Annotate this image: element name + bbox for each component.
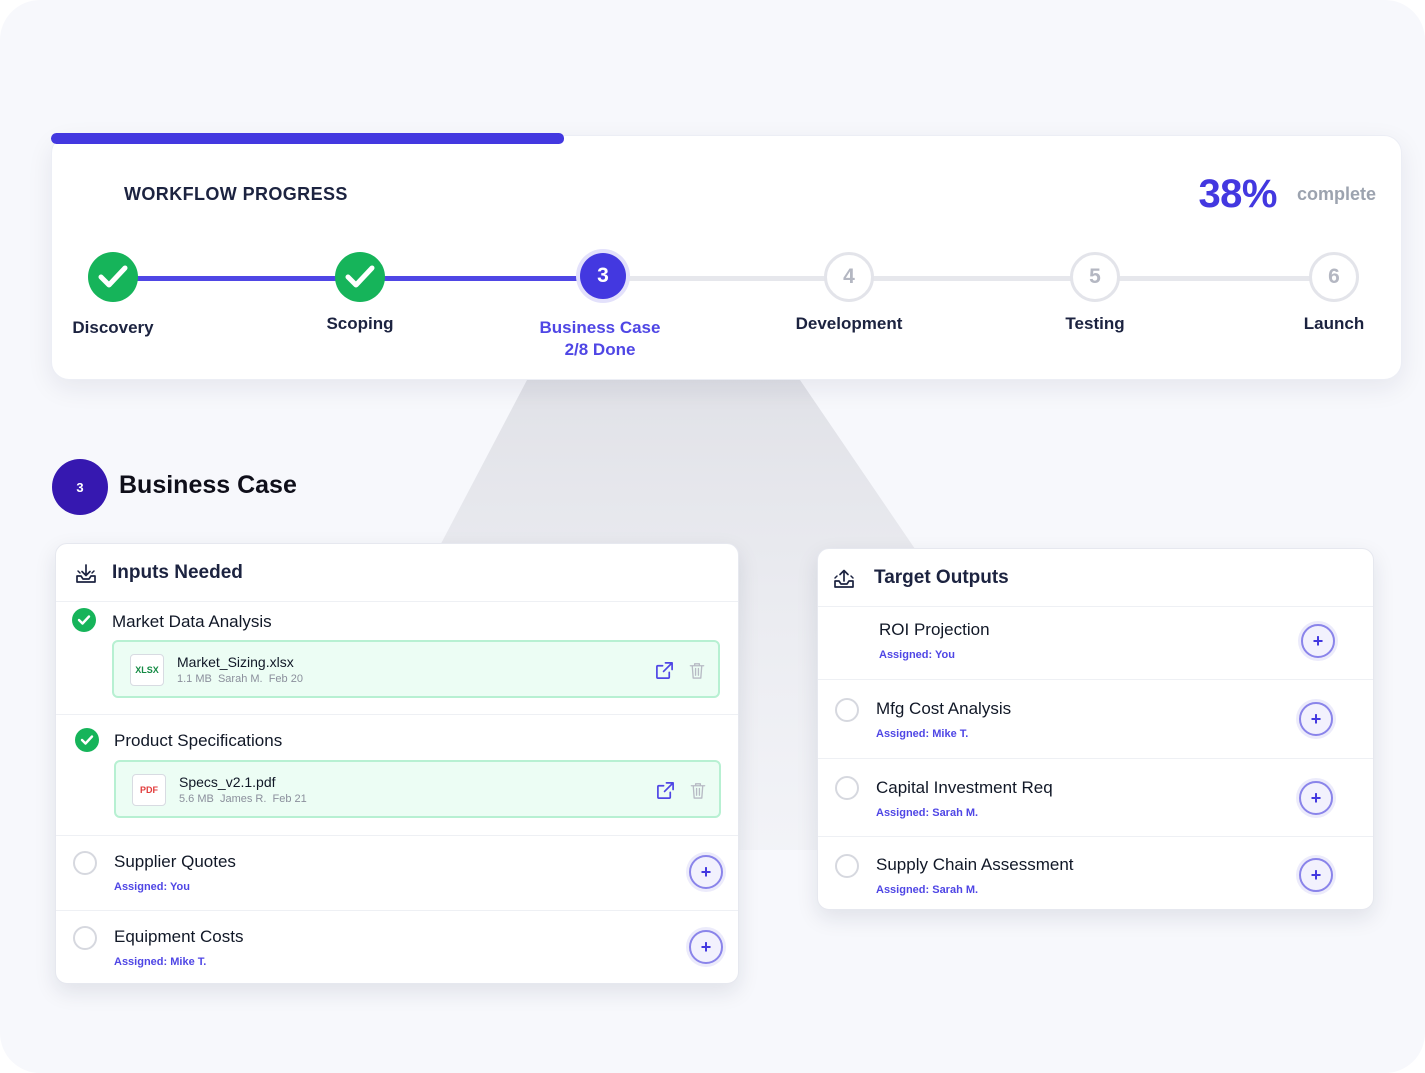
overall-progress-bar <box>51 133 564 144</box>
inbox-download-icon <box>76 564 96 583</box>
input-item-title: Product Specifications <box>114 731 283 750</box>
attached-file: XLSX Market_Sizing.xlsx 1.1 MB Sarah M. … <box>112 640 720 698</box>
add-button[interactable]: + <box>1299 858 1333 892</box>
checkmark-icon <box>98 265 128 288</box>
output-item: ROI Projection Assigned: You + <box>818 607 1373 680</box>
connector-3-4 <box>604 276 849 281</box>
assignee: Assigned: Sarah M. <box>876 884 979 896</box>
step-testing[interactable]: 5 <box>1070 252 1120 302</box>
workflow-title: WORKFLOW PROGRESS <box>124 184 348 204</box>
input-item: Equipment Costs Assigned: Mike T. + <box>56 911 738 983</box>
connector-2-3 <box>360 276 604 281</box>
input-item: Market Data Analysis XLSX Market_Sizing.… <box>56 602 738 715</box>
step-number-circle: 6 <box>1309 252 1359 302</box>
progress-percent: 38% <box>1198 172 1277 216</box>
connector-1-2 <box>113 276 360 281</box>
step-number-circle: 3 <box>580 253 626 299</box>
add-button[interactable]: + <box>1299 781 1333 815</box>
inputs-header: Inputs Needed <box>56 544 738 602</box>
step-scoping[interactable] <box>335 252 385 302</box>
assignee: Assigned: You <box>114 881 190 893</box>
todo-check-circle[interactable] <box>835 776 859 800</box>
step-business-case[interactable]: 3 <box>580 253 626 299</box>
step-label-scoping: Scoping <box>326 314 394 333</box>
todo-check-circle[interactable] <box>835 698 859 722</box>
add-button[interactable]: + <box>689 855 723 889</box>
todo-check-circle[interactable] <box>73 926 97 950</box>
file-meta: 1.1 MB Sarah M. Feb 20 <box>177 673 303 685</box>
outbox-upload-icon <box>834 569 854 588</box>
step-label-testing: Testing <box>1065 314 1125 333</box>
progress-bar-fill <box>51 133 564 144</box>
todo-check-circle[interactable] <box>835 854 859 878</box>
done-check-icon[interactable] <box>75 728 99 752</box>
step-label-business-case: Business Case 2/8 Done <box>500 317 700 361</box>
output-item-title: Supply Chain Assessment <box>876 855 1074 874</box>
output-item: Supply Chain Assessment Assigned: Sarah … <box>818 837 1373 909</box>
input-item-title: Supplier Quotes <box>114 852 236 871</box>
todo-check-circle[interactable] <box>73 851 97 875</box>
assignee: Assigned: Mike T. <box>114 956 207 968</box>
trash-icon[interactable] <box>688 661 706 680</box>
step-launch[interactable]: 6 <box>1309 252 1359 302</box>
add-button[interactable]: + <box>1301 624 1335 658</box>
pdf-file-icon: PDF <box>132 774 166 806</box>
attached-file: PDF Specs_v2.1.pdf 5.6 MB James R. Feb 2… <box>114 760 721 818</box>
open-external-icon[interactable] <box>656 781 675 800</box>
inputs-title: Inputs Needed <box>112 562 243 583</box>
step-label-discovery: Discovery <box>72 318 154 337</box>
step-number-circle: 5 <box>1070 252 1120 302</box>
file-name[interactable]: Market_Sizing.xlsx <box>177 654 294 670</box>
trash-icon[interactable] <box>689 781 707 800</box>
step-development[interactable]: 4 <box>824 252 874 302</box>
progress-percent-label: complete <box>1296 184 1376 204</box>
add-button[interactable]: + <box>1299 702 1333 736</box>
outputs-title: Target Outputs <box>874 567 1009 588</box>
connector-4-5 <box>849 276 1095 281</box>
outputs-header: Target Outputs <box>818 549 1373 607</box>
workflow-progress-card: WORKFLOW PROGRESS 38% complete Discovery… <box>51 135 1402 380</box>
section-number-badge: 3 <box>52 459 108 515</box>
step-label-text: Business Case <box>539 318 661 337</box>
section-title: Business Case <box>119 471 297 499</box>
open-external-icon[interactable] <box>655 661 674 680</box>
add-button[interactable]: + <box>689 930 723 964</box>
target-outputs-card: Target Outputs ROI Projection Assigned: … <box>817 548 1374 910</box>
step-label-development: Development <box>795 314 903 333</box>
input-item-title: Equipment Costs <box>114 927 244 946</box>
inputs-needed-card: Inputs Needed Market Data Analysis XLSX … <box>55 543 739 984</box>
step-discovery[interactable] <box>88 252 138 302</box>
input-item: Supplier Quotes Assigned: You + <box>56 836 738 911</box>
step-label-launch: Launch <box>1303 314 1365 333</box>
step-check-circle <box>88 252 138 302</box>
input-item-title: Market Data Analysis <box>112 612 272 631</box>
output-item-title: Mfg Cost Analysis <box>876 699 1012 718</box>
assignee: Assigned: Mike T. <box>876 728 969 740</box>
assignee: Assigned: You <box>879 649 955 661</box>
output-item-title: Capital Investment Req <box>876 778 1053 797</box>
output-item: Mfg Cost Analysis Assigned: Mike T. + <box>818 680 1373 759</box>
step-sublabel: 2/8 Done <box>564 340 636 359</box>
output-item: Capital Investment Req Assigned: Sarah M… <box>818 759 1373 837</box>
output-item-title: ROI Projection <box>879 620 990 639</box>
done-check-icon[interactable] <box>72 608 96 632</box>
file-name[interactable]: Specs_v2.1.pdf <box>179 774 276 790</box>
input-item: Product Specifications PDF Specs_v2.1.pd… <box>56 715 738 836</box>
assignee: Assigned: Sarah M. <box>876 807 979 819</box>
file-meta: 5.6 MB James R. Feb 21 <box>179 793 307 805</box>
step-number-circle: 4 <box>824 252 874 302</box>
checkmark-icon <box>345 265 375 288</box>
connector-5-6 <box>1095 276 1334 281</box>
step-check-circle <box>335 252 385 302</box>
xlsx-file-icon: XLSX <box>130 654 164 686</box>
